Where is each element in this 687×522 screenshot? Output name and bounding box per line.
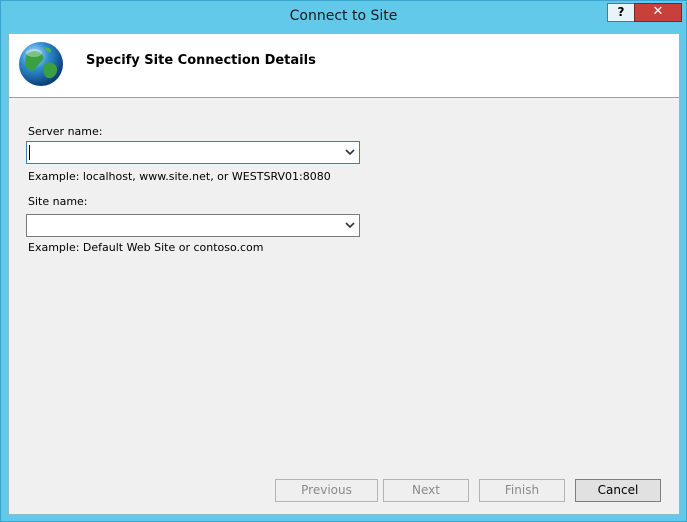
server-name-label: Server name:: [28, 125, 103, 138]
server-name-example: Example: localhost, www.site.net, or WES…: [28, 170, 331, 183]
close-button[interactable]: ✕: [634, 3, 682, 22]
connect-to-site-dialog: Connect to Site ? ✕ Specify Site Connect…: [0, 0, 687, 522]
chevron-down-icon[interactable]: [344, 146, 356, 158]
globe-icon: [19, 42, 63, 86]
page-title: Specify Site Connection Details: [86, 53, 316, 68]
title-bar[interactable]: Connect to Site ? ✕: [1, 1, 686, 33]
cancel-button[interactable]: Cancel: [575, 479, 661, 502]
window-title: Connect to Site: [289, 8, 398, 24]
site-name-label: Site name:: [28, 195, 88, 208]
finish-button[interactable]: Finish: [479, 479, 565, 502]
previous-button[interactable]: Previous: [275, 479, 378, 502]
server-name-combobox[interactable]: [26, 141, 360, 164]
help-button[interactable]: ?: [607, 3, 635, 22]
site-name-combobox[interactable]: [26, 214, 360, 237]
chevron-down-icon[interactable]: [344, 219, 356, 231]
next-button[interactable]: Next: [383, 479, 469, 502]
site-name-example: Example: Default Web Site or contoso.com: [28, 241, 264, 254]
dialog-body: Specify Site Connection Details Server n…: [8, 33, 680, 515]
text-caret: [29, 145, 30, 160]
wizard-header: Specify Site Connection Details: [9, 34, 679, 98]
close-icon: ✕: [652, 4, 664, 19]
